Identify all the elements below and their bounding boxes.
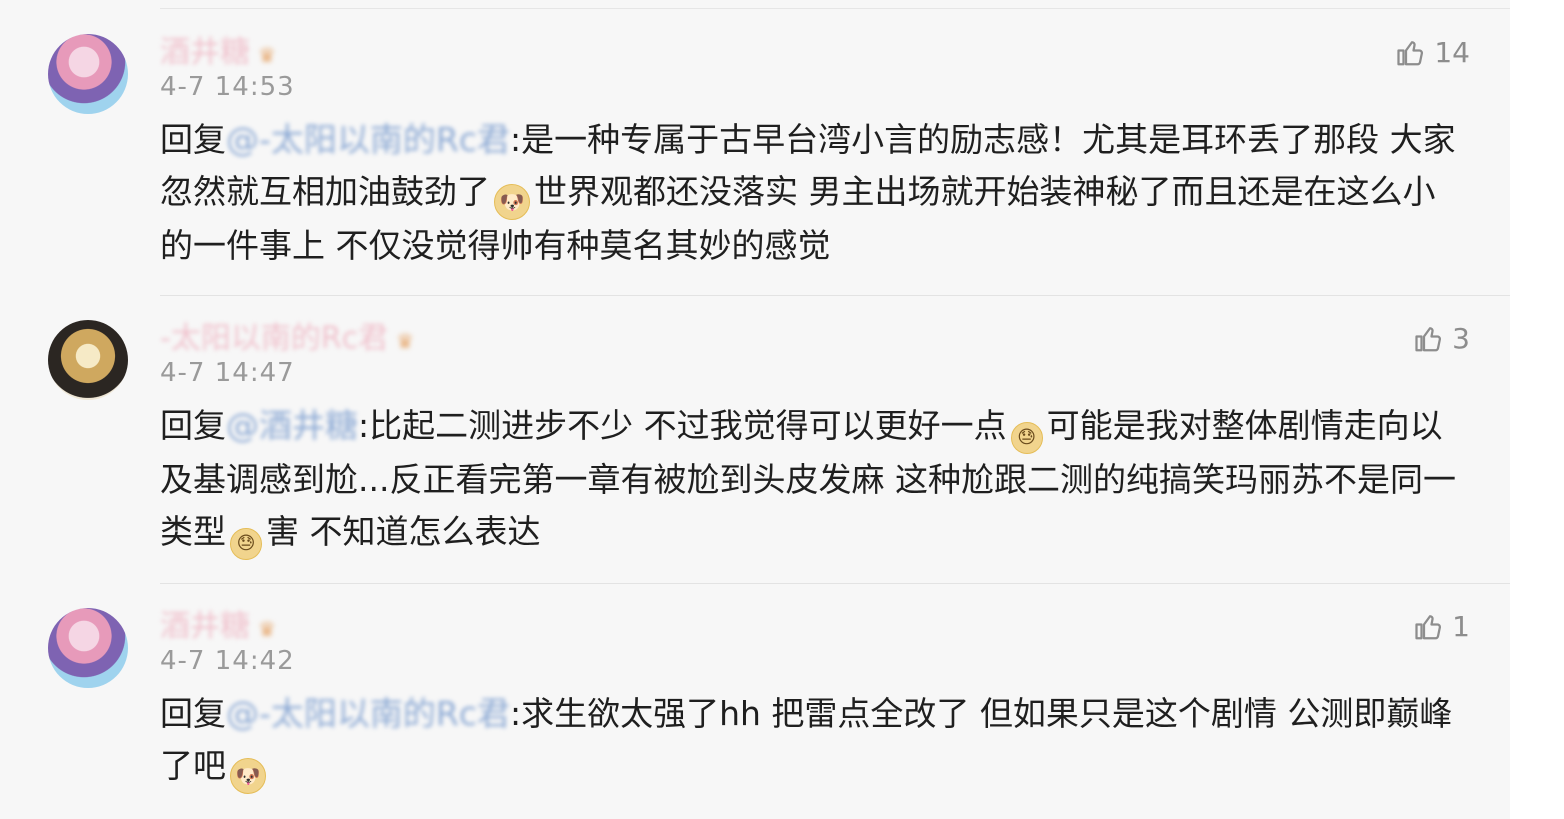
avatar[interactable] xyxy=(48,608,128,688)
comment-body: 回复@-太阳以南的Rc君:是一种专属于古早台湾小言的励志感！尤其是耳环丢了那段 … xyxy=(160,120,1456,265)
like-count: 1 xyxy=(1452,610,1470,643)
top-divider xyxy=(160,8,1510,9)
comment-item: 酒井糖 ♛ 4-7 14:42 1 回复@-太阳以南的Rc君:求生欲太强了hh 把… xyxy=(0,584,1510,819)
crown-icon: ♛ xyxy=(258,617,276,641)
doge-emoji: 🐶 xyxy=(494,184,530,220)
like-count: 3 xyxy=(1452,322,1470,355)
comment-list: 酒井糖 ♛ 4-7 14:53 14 回复@-太阳以南的Rc君:是一种专属于古早台… xyxy=(0,0,1510,819)
mention-link[interactable]: @-太阳以南的Rc君 xyxy=(226,694,510,733)
like-button[interactable]: 3 xyxy=(1414,322,1470,355)
mention-link[interactable]: @酒井糖 xyxy=(226,406,358,445)
like-count: 14 xyxy=(1434,36,1470,69)
username[interactable]: 酒井糖 ♛ xyxy=(160,601,276,645)
comment-body: 回复@-太阳以南的Rc君:求生欲太强了hh 把雷点全改了 但如果只是这个剧情 公… xyxy=(160,688,1460,794)
doge-emoji: 🐶 xyxy=(230,758,266,794)
comment-body: 回复@酒井糖:比起二测进步不少 不过我觉得可以更好一点 😓 可能是我对整体剧情走向以… xyxy=(160,400,1460,560)
avatar[interactable] xyxy=(48,34,128,114)
comment-time: 4-7 14:53 xyxy=(160,72,295,102)
avatar[interactable] xyxy=(48,320,128,400)
comment-item: 酒井糖 ♛ 4-7 14:53 14 回复@-太阳以南的Rc君:是一种专属于古早台… xyxy=(0,10,1510,296)
thumbs-up-icon xyxy=(1415,326,1442,351)
mention-link[interactable]: @-太阳以南的Rc君 xyxy=(226,120,510,159)
crown-icon: ♛ xyxy=(258,43,276,67)
awkward-emoji: 😓 xyxy=(230,528,262,560)
comment-item: -太阳以南的Rc君 ♛ 4-7 14:47 3 回复@酒井糖:比起二测进步不少 不… xyxy=(0,296,1510,584)
awkward-emoji: 😓 xyxy=(1010,422,1043,454)
username[interactable]: 酒井糖 ♛ xyxy=(160,27,276,71)
thumbs-up-icon xyxy=(1397,40,1424,65)
thumbs-up-icon xyxy=(1415,614,1442,639)
comment-time: 4-7 14:47 xyxy=(160,358,295,388)
like-button[interactable]: 1 xyxy=(1414,610,1470,643)
like-button[interactable]: 14 xyxy=(1396,36,1470,69)
comment-time: 4-7 14:42 xyxy=(160,646,295,676)
crown-icon: ♛ xyxy=(396,329,415,353)
username[interactable]: -太阳以南的Rc君 ♛ xyxy=(160,313,414,357)
